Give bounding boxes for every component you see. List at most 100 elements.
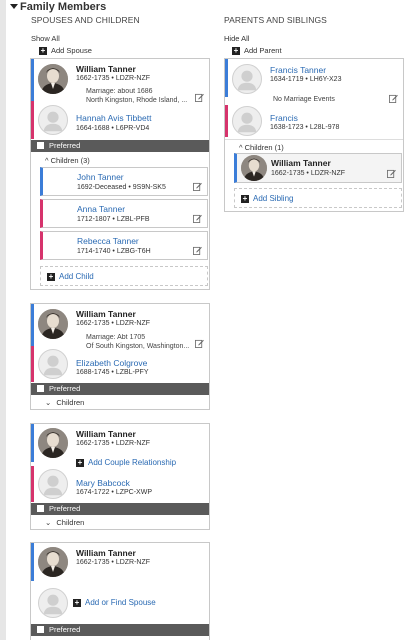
add-sibling-box[interactable]: + Add Sibling: [234, 188, 402, 208]
wife-name[interactable]: Hannah Avis Tibbett: [76, 113, 151, 123]
plus-icon: +: [39, 46, 47, 56]
parents-card: Francis Tanner 1634-1719 • LH6Y-X23 No M…: [224, 58, 404, 212]
father-meta: 1634-1719 • LH6Y-X23: [270, 76, 342, 83]
plus-icon: +: [241, 193, 249, 203]
preferred-bar[interactable]: Preferred: [31, 383, 209, 395]
father-row[interactable]: Francis Tanner 1634-1719 • LH6Y-X23: [225, 59, 403, 97]
edit-icon[interactable]: [193, 246, 202, 255]
person-placeholder-icon: [38, 105, 68, 135]
children-label: Children (3): [50, 156, 90, 165]
portrait-photo: [38, 309, 68, 339]
add-spouse-label: Add Spouse: [51, 46, 92, 55]
wife-row[interactable]: Elizabeth Colgrove 1688-1745 • LZBL-PFY: [31, 346, 209, 382]
preferred-label: Preferred: [49, 625, 81, 634]
divider: [225, 139, 403, 140]
person-placeholder-icon: [232, 106, 262, 136]
husband-name[interactable]: William Tanner: [76, 309, 136, 319]
children-label: Children (1): [244, 143, 284, 152]
child-meta: 1692-Deceased • 9S9N-SK5: [77, 184, 166, 191]
edit-icon[interactable]: [387, 169, 396, 178]
person-placeholder-icon: [232, 64, 262, 94]
preferred-checkbox[interactable]: [37, 626, 44, 633]
family-card-4: William Tanner 1662-1735 • LDZR-NZF + Add…: [30, 542, 210, 640]
chevron-down-icon: ⌄: [45, 398, 52, 407]
no-marriage-events: No Marriage Events: [273, 96, 335, 103]
plus-icon: +: [47, 271, 55, 281]
add-parent-button[interactable]: + Add Parent: [232, 46, 282, 56]
child-name[interactable]: John Tanner: [77, 172, 124, 182]
family-card-2: William Tanner 1662-1735 • LDZR-NZF Marr…: [30, 303, 210, 410]
caret-down-icon: [10, 4, 18, 9]
children-toggle[interactable]: ⌄ Children: [45, 518, 84, 527]
person-placeholder-icon: [38, 469, 68, 499]
preferred-bar[interactable]: Preferred: [31, 140, 209, 152]
wife-meta: 1664-1688 • L6PR-VD4: [76, 125, 150, 132]
child-card[interactable]: Rebecca Tanner 1714-1740 • LZBG-T6H: [40, 231, 208, 260]
add-spouse-button[interactable]: + Add Spouse: [39, 46, 92, 56]
chevron-down-icon: ⌄: [45, 518, 52, 527]
add-or-find-spouse-button[interactable]: + Add or Find Spouse: [73, 598, 156, 607]
preferred-checkbox[interactable]: [37, 505, 44, 512]
husband-row[interactable]: William Tanner 1662-1735 • LDZR-NZF: [31, 543, 209, 581]
plus-icon: +: [73, 597, 81, 607]
person-placeholder-icon: [38, 349, 68, 379]
parents-siblings-heading: PARENTS AND SIBLINGS: [224, 15, 327, 25]
husband-name[interactable]: William Tanner: [76, 429, 136, 439]
husband-meta: 1662-1735 • LDZR-NZF: [76, 440, 151, 447]
child-name[interactable]: Anna Tanner: [77, 204, 125, 214]
husband-row[interactable]: William Tanner 1662-1735 • LDZR-NZF Marr…: [31, 59, 209, 104]
edit-icon[interactable]: [389, 94, 398, 103]
add-child-label: Add Child: [59, 272, 94, 281]
hide-all-link[interactable]: Hide All: [224, 34, 249, 43]
husband-meta: 1662-1735 • LDZR-NZF: [76, 559, 151, 566]
child-meta: 1714-1740 • LZBG-T6H: [77, 248, 151, 255]
mother-row[interactable]: Francis 1638-1723 • L28L-978: [225, 105, 403, 137]
spouses-children-heading: SPOUSES AND CHILDREN: [31, 15, 140, 25]
add-or-find-spouse-label: Add or Find Spouse: [85, 598, 156, 607]
add-sibling-button[interactable]: + Add Sibling: [241, 194, 293, 203]
add-child-box[interactable]: + Add Child: [40, 266, 208, 286]
plus-icon: +: [232, 46, 240, 56]
child-card[interactable]: Anna Tanner 1712-1807 • LZBL-PFB: [40, 199, 208, 228]
children-toggle[interactable]: ⌄ Children: [45, 398, 84, 407]
collapse-toggle[interactable]: [10, 3, 18, 13]
husband-row[interactable]: William Tanner 1662-1735 • LDZR-NZF Marr…: [31, 304, 209, 350]
child-meta: 1662-1735 • LDZR-NZF: [271, 170, 346, 177]
show-all-link[interactable]: Show All: [31, 34, 60, 43]
portrait-photo: [38, 64, 68, 94]
preferred-bar[interactable]: Preferred: [31, 624, 209, 636]
children-toggle[interactable]: ^ Children (3): [45, 156, 90, 165]
wife-meta: 1674-1722 • LZPC-XWP: [76, 489, 152, 496]
children-label: Children: [56, 398, 85, 407]
wife-row[interactable]: Hannah Avis Tibbett 1664-1688 • L6PR-VD4: [31, 101, 209, 139]
wife-meta: 1688-1745 • LZBL-PFY: [76, 369, 149, 376]
father-name[interactable]: Francis Tanner: [270, 65, 326, 75]
child-name[interactable]: William Tanner: [271, 158, 331, 168]
husband-name[interactable]: William Tanner: [76, 64, 136, 74]
add-sibling-label: Add Sibling: [253, 194, 294, 203]
child-name[interactable]: Rebecca Tanner: [77, 236, 139, 246]
children-toggle[interactable]: ^ Children (1): [239, 143, 284, 152]
child-card[interactable]: William Tanner 1662-1735 • LDZR-NZF: [234, 153, 402, 183]
husband-meta: 1662-1735 • LDZR-NZF: [76, 75, 151, 82]
add-child-button[interactable]: + Add Child: [47, 272, 94, 281]
edit-icon[interactable]: [193, 182, 202, 191]
preferred-label: Preferred: [49, 141, 81, 150]
wife-name[interactable]: Elizabeth Colgrove: [76, 358, 147, 368]
wife-row[interactable]: Mary Babcock 1674-1722 • LZPC-XWP: [31, 466, 209, 502]
section-title: Family Members: [20, 1, 107, 13]
preferred-checkbox[interactable]: [37, 385, 44, 392]
family-card-1: William Tanner 1662-1735 • LDZR-NZF Marr…: [30, 58, 210, 290]
chevron-up-icon: ^: [45, 156, 49, 165]
wife-name[interactable]: Mary Babcock: [76, 478, 130, 488]
add-parent-label: Add Parent: [244, 46, 282, 55]
left-gutter: [0, 0, 6, 640]
mother-name[interactable]: Francis: [270, 113, 298, 123]
husband-name[interactable]: William Tanner: [76, 548, 136, 558]
child-card[interactable]: John Tanner 1692-Deceased • 9S9N-SK5: [40, 167, 208, 196]
preferred-checkbox[interactable]: [37, 142, 44, 149]
edit-icon[interactable]: [193, 214, 202, 223]
preferred-bar[interactable]: Preferred: [31, 503, 209, 515]
husband-row[interactable]: William Tanner 1662-1735 • LDZR-NZF + Add…: [31, 424, 209, 467]
chevron-up-icon: ^: [239, 143, 243, 152]
